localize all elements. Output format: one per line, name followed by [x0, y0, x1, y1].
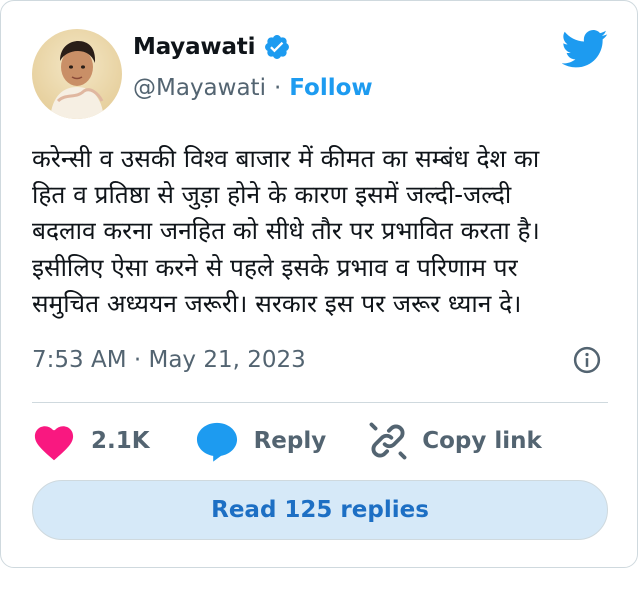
divider [32, 402, 608, 403]
author-handle[interactable]: @Mayawati [133, 75, 266, 101]
timestamp[interactable]: 7:53 AM · May 21, 2023 [32, 347, 306, 373]
tweet-meta: 7:53 AM · May 21, 2023 [32, 345, 602, 375]
like-count: 2.1K [91, 428, 150, 454]
author-name[interactable]: Mayawati [133, 34, 255, 60]
reply-button[interactable]: Reply [194, 420, 367, 462]
heart-icon [32, 421, 76, 461]
author-name-row: Mayawati [133, 33, 291, 61]
action-bar: 2.1K Reply Copy link [32, 419, 542, 463]
handle-row: @Mayawati · Follow [133, 75, 373, 101]
tweet-text: करेन्सी व उसकी विश्व बाजार में कीमत का स… [32, 144, 540, 318]
avatar[interactable] [32, 29, 122, 119]
separator: · [273, 75, 282, 101]
verified-badge-icon [263, 33, 291, 61]
info-icon[interactable] [572, 345, 602, 375]
follow-button[interactable]: Follow [289, 75, 372, 101]
link-icon [366, 419, 410, 463]
speech-bubble-icon [194, 420, 240, 462]
like-button[interactable]: 2.1K [32, 421, 194, 461]
reply-label: Reply [253, 428, 327, 454]
twitter-bird-icon[interactable] [561, 29, 608, 69]
read-replies-button[interactable]: Read 125 replies [32, 480, 608, 540]
tweet-card: Mayawati @Mayawati · Follow करेन्सी व उस… [0, 0, 638, 568]
copy-link-button[interactable]: Copy link [366, 419, 542, 463]
copy-link-label: Copy link [422, 428, 542, 454]
